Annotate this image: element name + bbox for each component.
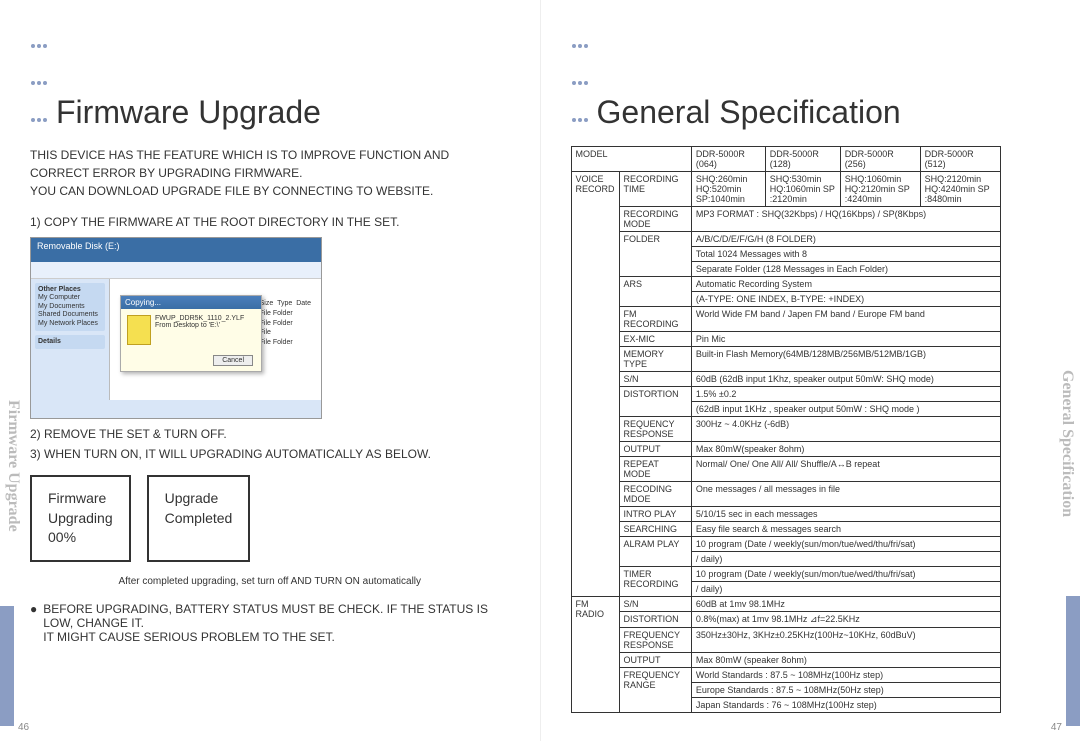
row-fm-dist-val: 0.8%(max) at 1mv 98.1MHz ⊿f=22.5KHz <box>691 612 1000 628</box>
row-search-key: SEARCHING <box>619 522 691 537</box>
row-timer-v2: / daily) <box>691 582 1000 597</box>
row-folder-key: FOLDER <box>619 232 691 277</box>
col-512: DDR-5000R (512) <box>920 147 1000 172</box>
page-number-left: 46 <box>18 722 29 733</box>
dots-icon <box>30 20 48 131</box>
row-freq-val: 300Hz ~ 4.0KHz (-6dB) <box>691 417 1000 442</box>
row-fm-range-key: FREQUENCY RANGE <box>619 668 691 713</box>
row-fm-freq-key: FREQUENCY RESPONSE <box>619 628 691 653</box>
row-fm-out-key: OUTPUT <box>619 653 691 668</box>
right-side-tab: General Specification <box>1058 370 1076 517</box>
copy-dialog-from: From Desktop to 'E:\' <box>155 322 244 329</box>
box-completed: UpgradeCompleted <box>147 475 251 562</box>
step-1: 1) COPY THE FIRMWARE AT THE ROOT DIRECTO… <box>30 215 510 229</box>
col-256: DDR-5000R (256) <box>840 147 920 172</box>
window-toolbar <box>31 262 321 279</box>
row-timer-v1: 10 program (Date / weekly(sun/mon/tue/we… <box>691 567 1000 582</box>
explorer-main: Size Type Date File Folder File Folder F… <box>110 279 321 419</box>
row-folder-v1: A/B/C/D/E/F/G/H (8 FOLDER) <box>691 232 1000 247</box>
row-fm-sn-key: S/N <box>619 597 691 612</box>
row-fm-freq-val: 350Hz±30Hz, 3KHz±0.25KHz(100Hz~10KHz, 60… <box>691 628 1000 653</box>
row-fm-range-v3: Japan Standards : 76 ~ 108MHz(100Hz step… <box>691 698 1000 713</box>
row-fm-range-v2: Europe Standards : 87.5 ~ 108MHz(50Hz st… <box>691 683 1000 698</box>
spec-table: MODEL DDR-5000R (064) DDR-5000R (128) DD… <box>571 146 1001 713</box>
copy-dialog-file: FWUP_DDR5K_1110_2.YLF <box>155 315 244 322</box>
row-dist-v2: (62dB input 1KHz , speaker output 50mW :… <box>691 402 1000 417</box>
copy-dialog-title: Copying... <box>121 296 261 309</box>
row-alarm-v2: / daily) <box>691 552 1000 567</box>
row-recmode2-val: One messages / all messages in file <box>691 482 1000 507</box>
col-128: DDR-5000R (128) <box>765 147 840 172</box>
box-upgrading: FirmwareUpgrading00% <box>30 475 131 562</box>
folder-icon <box>127 315 151 345</box>
row-ars-v2: (A-TYPE: ONE INDEX, B-TYPE: +INDEX) <box>691 292 1000 307</box>
row-fm-out-val: Max 80mW (speaker 8ohm) <box>691 653 1000 668</box>
row-exmic-val: Pin Mic <box>691 332 1000 347</box>
intro-text: THIS DEVICE HAS THE FEATURE WHICH IS TO … <box>30 146 510 200</box>
row-fm-dist-key: DISTORTION <box>619 612 691 628</box>
row-fm-sn-val: 60dB at 1mv 98.1MHz <box>691 597 1000 612</box>
left-page: Firmware Upgrade THIS DEVICE HAS THE FEA… <box>0 0 541 741</box>
right-title: General Specification <box>571 20 1051 131</box>
right-tab-stub <box>1066 596 1080 726</box>
row-timer-key: TIMER RECORDING <box>619 567 691 597</box>
explorer-sidebar: Other Places My Computer My Documents Sh… <box>31 279 110 419</box>
row-rectime-c1: SHQ:260min HQ:520min SP:1040min <box>691 172 765 207</box>
row-recmode-val: MP3 FORMAT : SHQ(32Kbps) / HQ(16Kbps) / … <box>691 207 1000 232</box>
explorer-statusbar <box>31 400 321 418</box>
row-freq-key: REQUENCY RESPONSE <box>619 417 691 442</box>
dots-icon <box>571 20 589 131</box>
row-exmic-key: EX-MIC <box>619 332 691 347</box>
row-rectime-c3: SHQ:1060min HQ:2120min SP :4240min <box>840 172 920 207</box>
row-fmrec-val: World Wide FM band / Japen FM band / Eur… <box>691 307 1000 332</box>
col-064: DDR-5000R (064) <box>691 147 765 172</box>
row-fmrec-key: FM RECORDING <box>619 307 691 332</box>
window-titlebar: Removable Disk (E:) <box>31 238 321 262</box>
row-out-val: Max 80mW(speaker 8ohm) <box>691 442 1000 457</box>
row-alarm-key: ALRAM PLAY <box>619 537 691 567</box>
row-mem-val: Built-in Flash Memory(64MB/128MB/256MB/5… <box>691 347 1000 372</box>
row-folder-v2: Total 1024 Messages with 8 <box>691 247 1000 262</box>
row-rectime-key: RECORDING TIME <box>619 172 691 207</box>
col-model: MODEL <box>571 147 691 172</box>
row-ars-key: ARS <box>619 277 691 307</box>
warning-bullets: ●BEFORE UPGRADING, BATTERY STATUS MUST B… <box>30 602 510 644</box>
row-dist-v1: 1.5% ±0.2 <box>691 387 1000 402</box>
row-sn-val: 60dB (62dB input 1Khz, speaker output 50… <box>691 372 1000 387</box>
row-intro-key: INTRO PLAY <box>619 507 691 522</box>
upgrade-note: After completed upgrading, set turn off … <box>30 576 510 587</box>
row-repeat-key: REPEAT MODE <box>619 457 691 482</box>
step-2: 2) REMOVE THE SET & TURN OFF. <box>30 427 510 441</box>
row-search-val: Easy file search & messages search <box>691 522 1000 537</box>
step-3: 3) WHEN TURN ON, IT WILL UPGRADING AUTOM… <box>30 447 510 461</box>
row-folder-v3: Separate Folder (128 Messages in Each Fo… <box>691 262 1000 277</box>
row-alarm-v1: 10 program (Date / weekly(sun/mon/tue/we… <box>691 537 1000 552</box>
left-title: Firmware Upgrade <box>30 20 510 131</box>
row-out-key: OUTPUT <box>619 442 691 457</box>
left-side-tab: Firmware Upgrade <box>4 400 22 532</box>
left-tab-stub <box>0 606 14 726</box>
row-sn-key: S/N <box>619 372 691 387</box>
cat-fm: FM RADIO <box>571 597 619 713</box>
right-page: General Specification MODEL DDR-5000R (0… <box>541 0 1080 741</box>
row-recmode2-key: RECODING MDOE <box>619 482 691 507</box>
row-rectime-c2: SHQ:530min HQ:1060min SP :2120min <box>765 172 840 207</box>
page-number-right: 47 <box>1051 722 1062 733</box>
row-ars-v1: Automatic Recording System <box>691 277 1000 292</box>
cancel-button[interactable]: Cancel <box>213 355 253 366</box>
row-recmode-key: RECORDING MODE <box>619 207 691 232</box>
row-rectime-c4: SHQ:2120min HQ:4240min SP :8480min <box>920 172 1000 207</box>
cat-voice: VOICE RECORD <box>571 172 619 597</box>
row-intro-val: 5/10/15 sec in each messages <box>691 507 1000 522</box>
row-dist-key: DISTORTION <box>619 387 691 417</box>
row-mem-key: MEMORY TYPE <box>619 347 691 372</box>
row-fm-range-v1: World Standards : 87.5 ~ 108MHz(100Hz st… <box>691 668 1000 683</box>
row-repeat-val: Normal/ One/ One All/ All/ Shuffle/A↔B r… <box>691 457 1000 482</box>
status-boxes: FirmwareUpgrading00% UpgradeCompleted <box>30 475 510 562</box>
copy-dialog: Copying... FWUP_DDR5K_1110_2.YLF From De… <box>120 295 262 372</box>
file-list-headers: Size Type Date File Folder File Folder F… <box>260 299 311 348</box>
windows-screenshot: Removable Disk (E:) Other Places My Comp… <box>30 237 322 419</box>
